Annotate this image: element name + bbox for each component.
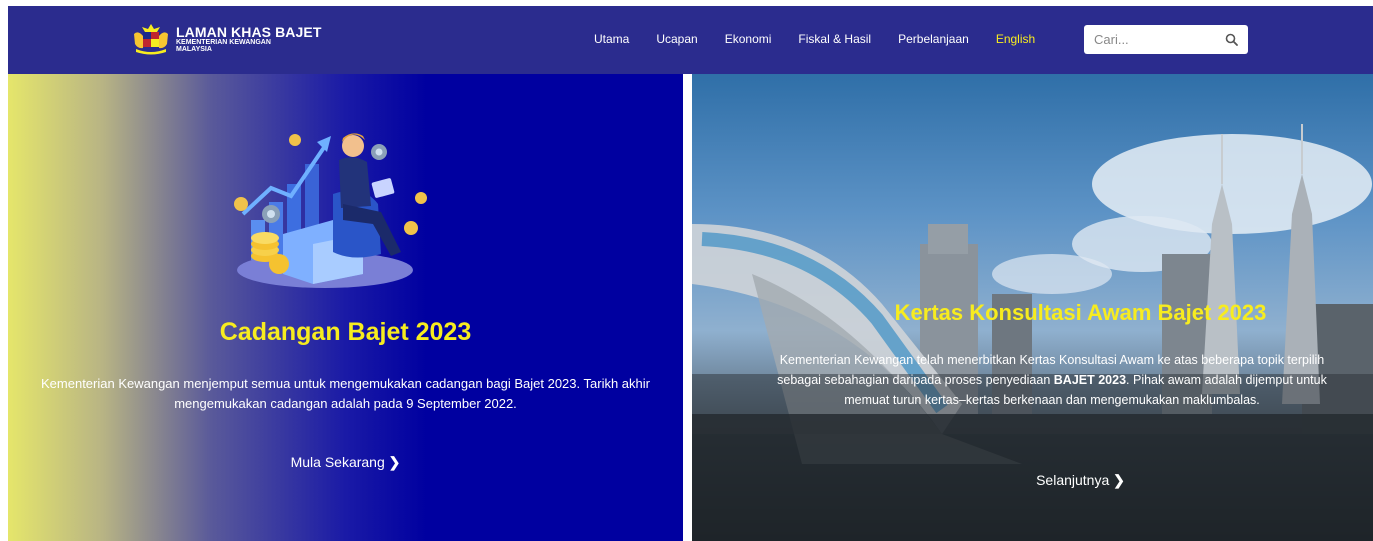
search-input[interactable]	[1094, 25, 1214, 54]
brand-subtitle-country: MALAYSIA	[176, 46, 212, 53]
search-icon[interactable]	[1225, 33, 1238, 46]
consultation-description: Kementerian Kewangan telah menerbitkan K…	[772, 350, 1332, 410]
consultation-desc-budget: BAJET 2023	[1053, 373, 1127, 387]
search-box	[1084, 25, 1248, 54]
brand-subtitle-ministry: KEMENTERIAN KEWANGAN	[176, 39, 271, 46]
chevron-right-icon: ❯	[388, 454, 401, 470]
chevron-right-icon: ❯	[1113, 472, 1125, 488]
public-consultation-panel: Kertas Konsultasi Awam Bajet 2023 Kement…	[692, 74, 1373, 541]
read-more-link[interactable]: Selanjutnya ❯	[692, 472, 1373, 489]
start-now-label: Mula Sekarang	[290, 454, 385, 470]
main-nav: Utama Ucapan Ekonomi Fiskal & Hasil Perb…	[594, 32, 1062, 46]
nav-item-perbelanjaan[interactable]: Perbelanjaan	[898, 32, 969, 46]
budget-growth-illustration	[234, 133, 427, 288]
read-more-label: Selanjutnya	[1036, 472, 1110, 488]
malaysia-crest-icon	[134, 24, 168, 55]
site-header: LAMAN KHAS BAJET KEMENTERIAN KEWANGAN MA…	[8, 6, 1373, 74]
brand-logo-link[interactable]: LAMAN KHAS BAJET KEMENTERIAN KEWANGAN MA…	[130, 22, 322, 56]
budget-proposal-title: Cadangan Bajet 2023	[219, 318, 472, 346]
nav-item-utama[interactable]: Utama	[594, 32, 629, 46]
nav-item-ucapan[interactable]: Ucapan	[656, 32, 697, 46]
page: LAMAN KHAS BAJET KEMENTERIAN KEWANGAN MA…	[0, 0, 1373, 541]
start-now-link[interactable]: Mula Sekarang ❯	[8, 454, 683, 471]
nav-item-ekonomi[interactable]: Ekonomi	[725, 32, 772, 46]
brand-title: LAMAN KHAS BAJET	[176, 24, 322, 40]
nav-item-fiskal-hasil[interactable]: Fiskal & Hasil	[798, 32, 871, 46]
budget-proposal-description: Kementerian Kewangan menjemput semua unt…	[41, 376, 650, 411]
budget-proposal-panel: Cadangan Bajet 2023 Kementerian Kewangan…	[8, 74, 683, 541]
consultation-title: Kertas Konsultasi Awam Bajet 2023	[894, 300, 1267, 325]
nav-item-english[interactable]: English	[996, 32, 1035, 46]
